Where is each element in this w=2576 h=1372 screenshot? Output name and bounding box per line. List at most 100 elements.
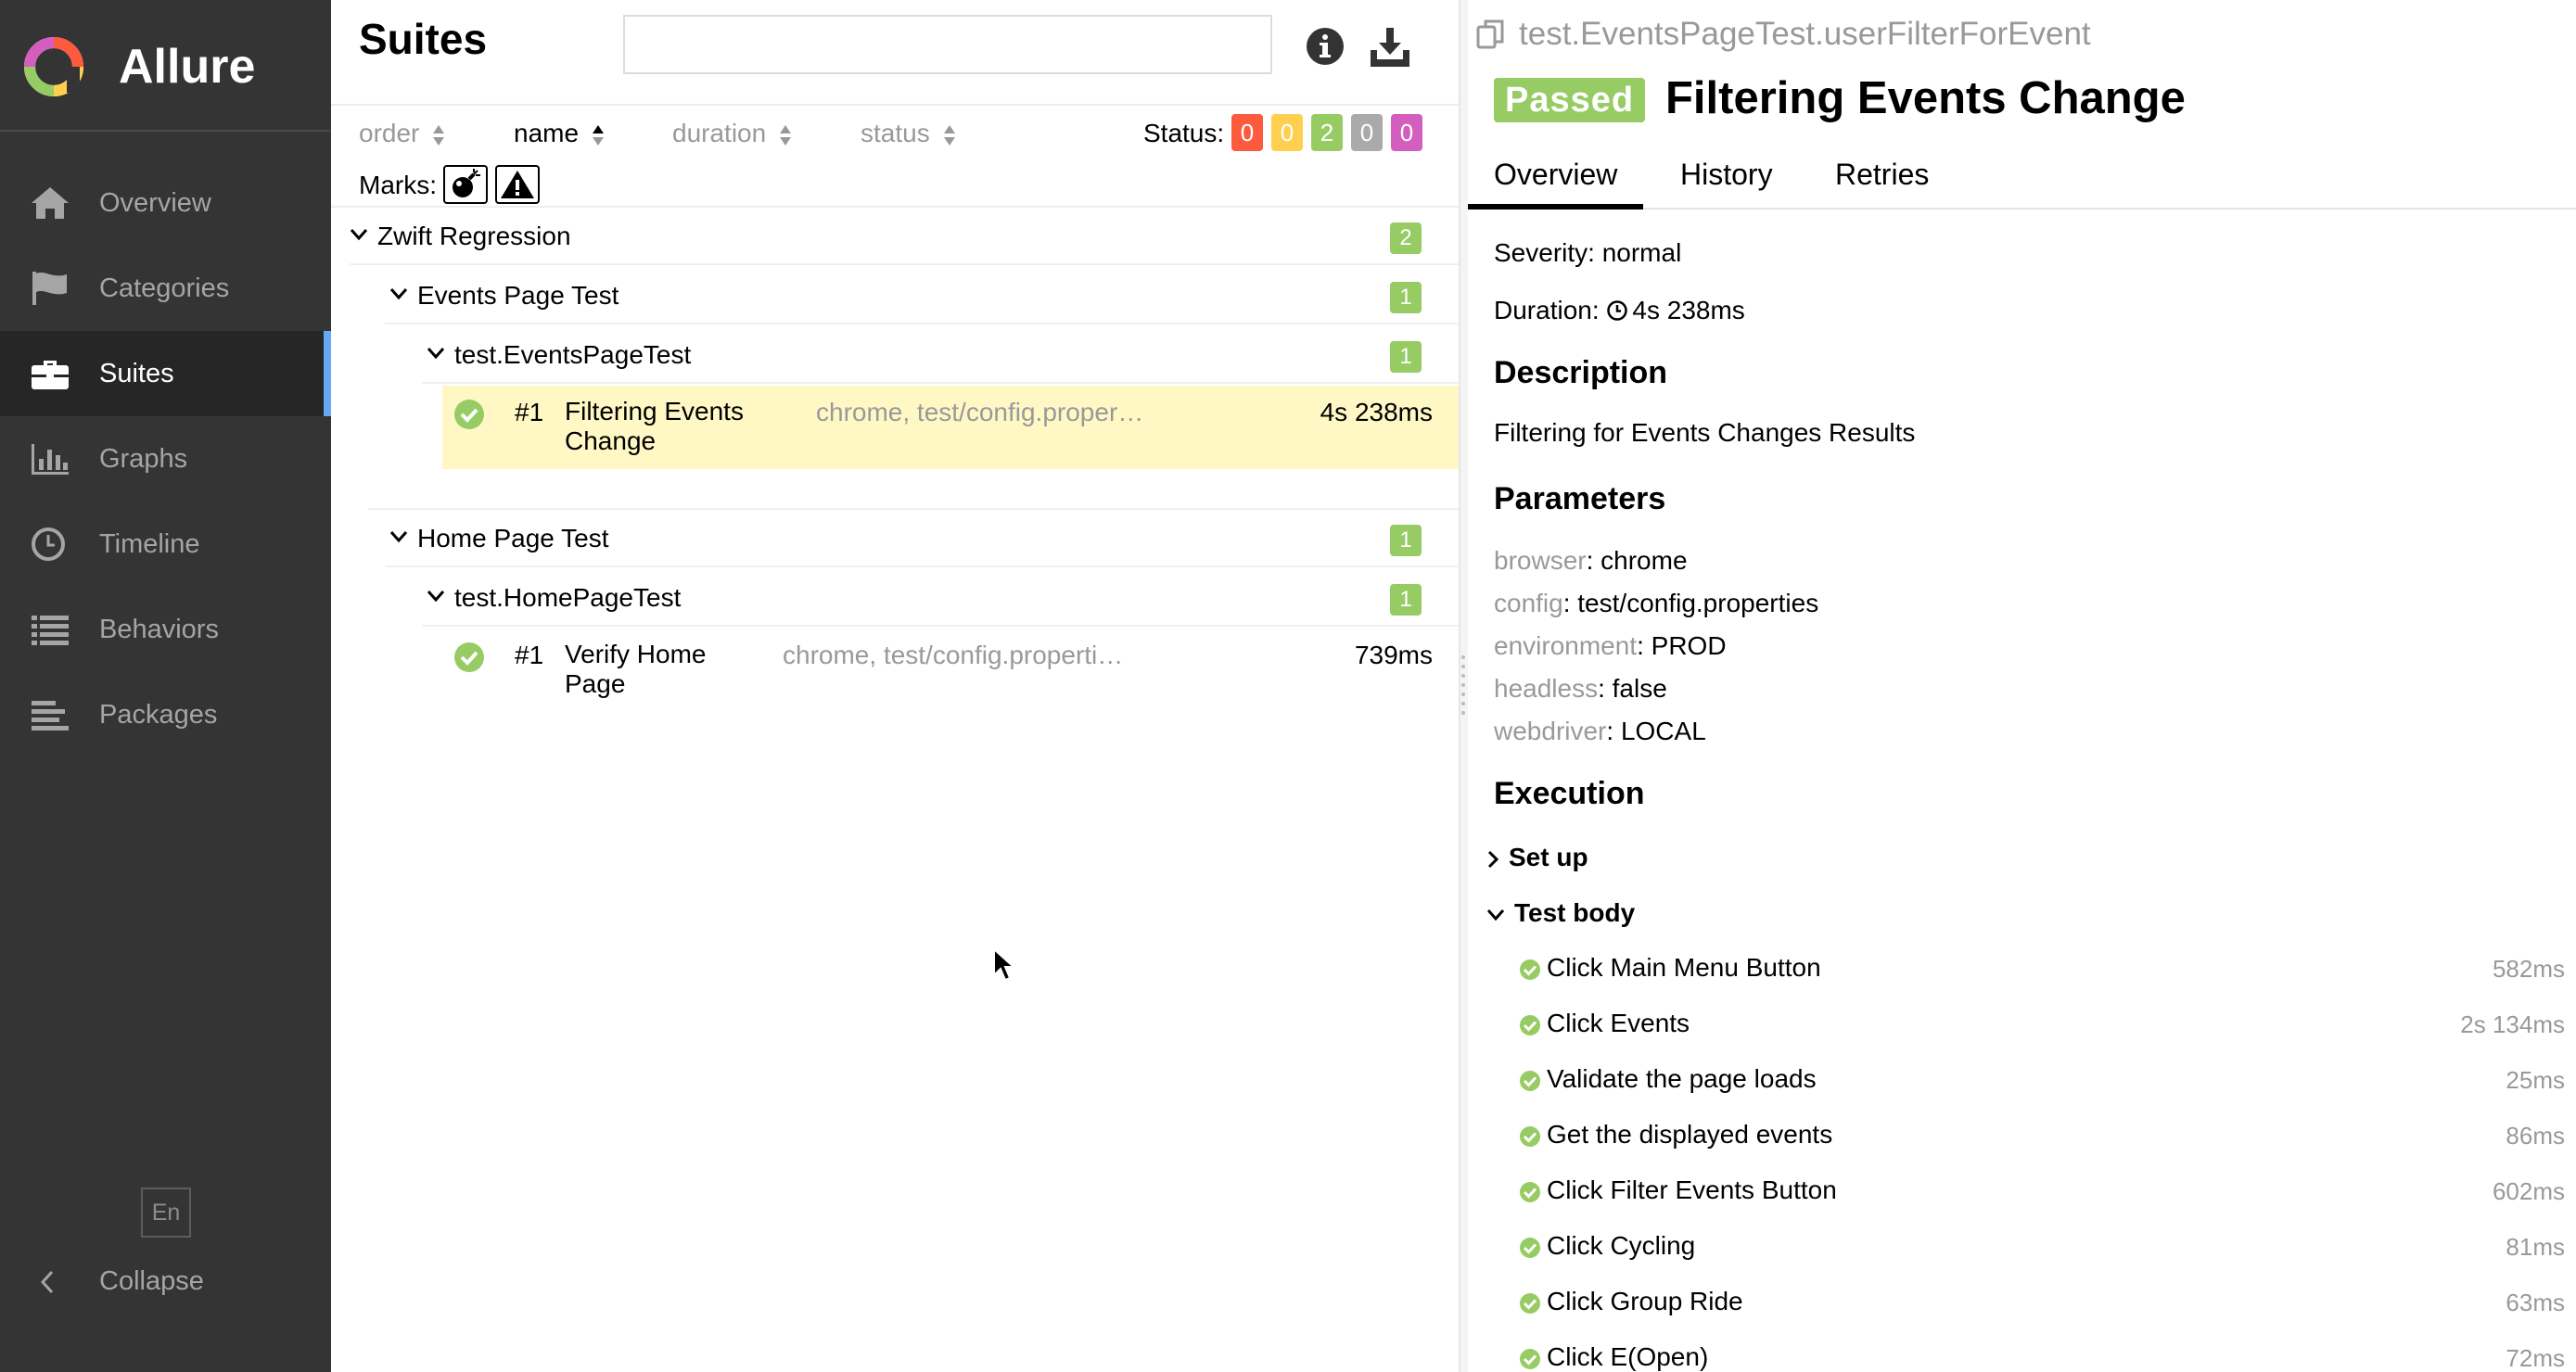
passed-check-icon	[454, 642, 484, 672]
duration: Duration: 4s 238ms	[1494, 295, 1745, 326]
step-row[interactable]: Click Main Menu Button 582ms	[1519, 950, 2565, 987]
duration-label: Duration:	[1494, 296, 1600, 324]
setup-toggle[interactable]: Set up	[1486, 842, 1588, 873]
tree-node-label: Zwift Regression	[377, 222, 571, 250]
test-number: #1	[515, 641, 544, 669]
step-name: Validate the page loads	[1547, 1064, 1817, 1093]
sidebar-item-suites[interactable]: Suites	[0, 331, 331, 416]
test-body-toggle[interactable]: Test body	[1486, 897, 1635, 929]
copy-icon[interactable]	[1475, 19, 1507, 50]
step-row[interactable]: Click Events 2s 134ms	[1519, 1006, 2565, 1043]
sort-label: name	[514, 119, 580, 147]
step-row[interactable]: Click Cycling 81ms	[1519, 1228, 2565, 1265]
suites-pane: Suites order name duration status Status…	[331, 0, 1459, 1372]
count-badge: 1	[1390, 525, 1422, 556]
mark-new-failed-button[interactable]	[495, 165, 540, 204]
description-heading: Description	[1494, 355, 1668, 390]
tree-node-class[interactable]: test.EventsPageTest 1	[422, 326, 1459, 384]
test-duration: 739ms	[1354, 641, 1433, 669]
home-icon	[32, 187, 69, 219]
parameter-row: config: test/config.properties	[1494, 588, 1818, 619]
passed-check-icon	[1520, 1293, 1540, 1314]
step-duration: 63ms	[2506, 1289, 2565, 1316]
step-row[interactable]: Click Group Ride 63ms	[1519, 1284, 2565, 1321]
status-filter-broken[interactable]: 0	[1271, 114, 1303, 151]
mark-flaky-button[interactable]	[443, 165, 488, 204]
step-name: Get the displayed events	[1547, 1120, 1833, 1149]
sidebar-item-graphs[interactable]: Graphs	[0, 416, 331, 502]
chevron-down-icon	[389, 531, 408, 543]
sort-label: status	[861, 119, 930, 147]
tree-node-suite[interactable]: Home Page Test 1	[385, 510, 1459, 567]
search-input[interactable]	[623, 15, 1272, 74]
clock-icon	[32, 527, 65, 561]
sidebar-item-overview[interactable]: Overview	[0, 160, 331, 246]
status-filter-passed[interactable]: 2	[1311, 114, 1343, 151]
sort-label: duration	[672, 119, 767, 147]
tree-node-label: test.HomePageTest	[454, 583, 682, 612]
sort-duration[interactable]: duration	[672, 117, 792, 150]
collapse-button[interactable]: Collapse	[0, 1240, 331, 1326]
test-row-filtering-events[interactable]: #1 Filtering Events Change chrome, test/…	[442, 386, 1459, 469]
tree-node-label: test.EventsPageTest	[454, 340, 692, 369]
passed-check-icon	[1520, 1238, 1540, 1258]
test-title: Filtering Events Change	[1665, 73, 2186, 123]
step-duration: 72ms	[2506, 1344, 2565, 1372]
tree-node-suite[interactable]: Events Page Test 1	[385, 267, 1459, 324]
drag-handle-icon[interactable]	[1460, 654, 1467, 717]
parameter-value: : PROD	[1637, 631, 1727, 660]
tree-node-class[interactable]: test.HomePageTest 1	[422, 569, 1459, 627]
brand[interactable]: Allure	[0, 0, 331, 132]
step-row[interactable]: Validate the page loads 25ms	[1519, 1061, 2565, 1099]
parameter-row: environment: PROD	[1494, 630, 1727, 662]
list-icon	[32, 616, 69, 645]
align-left-icon	[32, 701, 69, 730]
sidebar-item-packages[interactable]: Packages	[0, 672, 331, 757]
parameter-value: : false	[1598, 674, 1667, 703]
count-badge: 1	[1390, 341, 1422, 373]
step-row[interactable]: Get the displayed events 86ms	[1519, 1117, 2565, 1154]
language-button[interactable]: En	[141, 1188, 191, 1238]
sidebar-item-timeline[interactable]: Timeline	[0, 502, 331, 587]
status-filter-skipped[interactable]: 0	[1351, 114, 1383, 151]
collapse-label: Collapse	[99, 1266, 204, 1296]
parameter-row: browser: chrome	[1494, 545, 1688, 577]
tab-overview[interactable]: Overview	[1468, 156, 1644, 210]
step-row[interactable]: Click Filter Events Button 602ms	[1519, 1173, 2565, 1210]
parameter-row: webdriver: LOCAL	[1494, 716, 1706, 747]
parameter-key: environment	[1494, 631, 1638, 660]
test-row-verify-home-page[interactable]: #1 Verify Home Page chrome, test/config.…	[442, 629, 1459, 712]
bomb-icon	[453, 169, 480, 197]
sort-icon	[593, 124, 605, 146]
status-filter-unknown[interactable]: 0	[1391, 114, 1422, 151]
passed-check-icon	[1520, 1126, 1540, 1147]
sort-order[interactable]: order	[359, 117, 445, 150]
page-title: Suites	[359, 15, 488, 63]
sidebar-item-behaviors[interactable]: Behaviors	[0, 587, 331, 672]
tree-node-label: Home Page Test	[417, 524, 609, 553]
status-filter-failed[interactable]: 0	[1231, 114, 1263, 151]
chevron-down-icon	[427, 348, 445, 360]
sort-status[interactable]: status	[861, 117, 956, 150]
info-icon[interactable]	[1305, 26, 1345, 67]
severity: Severity: normal	[1494, 238, 1682, 267]
sort-name[interactable]: name	[514, 117, 605, 150]
tree-node-suite[interactable]: Zwift Regression 2	[350, 208, 1459, 265]
sidebar-item-label: Categories	[99, 273, 230, 303]
tab-history[interactable]: History	[1680, 156, 1773, 193]
chevron-down-icon	[1486, 908, 1505, 921]
description-text: Filtering for Events Changes Results	[1494, 418, 1916, 447]
download-icon[interactable]	[1368, 24, 1412, 69]
briefcase-icon	[32, 361, 69, 389]
sidebar-item-categories[interactable]: Categories	[0, 246, 331, 331]
tab-retries[interactable]: Retries	[1835, 156, 1929, 193]
passed-check-icon	[1520, 959, 1540, 980]
sidebar: Allure Overview Categories Suites Graphs…	[0, 0, 331, 1372]
test-full-name: test.EventsPageTest.userFilterForEvent	[1519, 16, 2091, 52]
step-row[interactable]: Click E(Open) 72ms	[1519, 1340, 2565, 1372]
passed-check-icon	[1520, 1182, 1540, 1202]
chevron-right-icon	[1487, 850, 1499, 868]
sidebar-item-label: Packages	[99, 700, 218, 730]
test-number: #1	[515, 398, 544, 426]
step-duration: 582ms	[2492, 955, 2565, 983]
